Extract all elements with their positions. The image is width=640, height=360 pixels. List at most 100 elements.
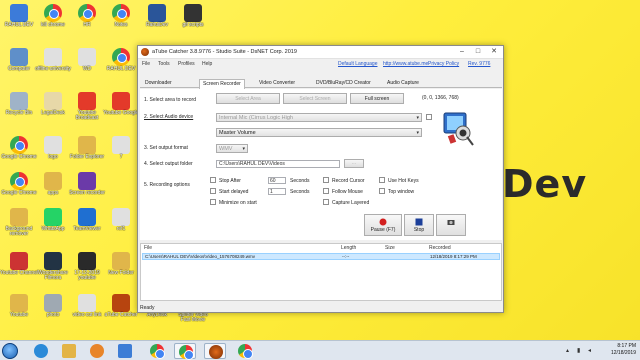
desktop-icon[interactable]: LegalDesk: [36, 90, 70, 124]
chrome-icon: [179, 345, 194, 360]
desktop-icon[interactable]: video cut link: [70, 292, 104, 326]
stop-after-checkbox[interactable]: [210, 177, 216, 183]
menu-tools[interactable]: Tools: [158, 61, 170, 67]
taskbar-chrome-2[interactable]: [234, 343, 256, 359]
desktop-icon[interactable]: Youtube Broadcast: [70, 90, 104, 124]
link-atube-site[interactable]: http://www.atube.me: [383, 61, 428, 67]
desktop-icon-label: RAHUL DEV: [106, 66, 136, 72]
stop-button[interactable]: Stop: [404, 214, 434, 236]
step-1-label: 1. Select area to record: [144, 97, 196, 103]
output-folder-field[interactable]: C:\Users\RAHUL DEV\Videos: [216, 160, 340, 168]
area-coordinates: (0, 0, 1366, 768): [422, 95, 459, 101]
desktop-icon[interactable]: Notes: [104, 2, 138, 36]
taskbar-ie[interactable]: [30, 343, 52, 359]
desktop-icon[interactable]: WhatsApp: [36, 206, 70, 240]
top-window-checkbox[interactable]: [379, 188, 385, 194]
pause-button[interactable]: Pause (F7): [364, 214, 402, 236]
desktop-icon[interactable]: gif scripts: [176, 2, 210, 36]
computer-icon: [10, 48, 28, 66]
column-header-size[interactable]: Size: [385, 245, 395, 251]
start-button[interactable]: [2, 343, 18, 359]
audio-device-checkbox[interactable]: [426, 114, 432, 120]
tab-audio-capture[interactable]: Audio Capture: [384, 79, 422, 88]
record-cursor-checkbox[interactable]: [323, 177, 329, 183]
step-2-label[interactable]: 2. Select Audio device: [144, 114, 193, 120]
desktop-icon[interactable]: WD: [70, 46, 104, 80]
desktop-icon[interactable]: apps: [36, 170, 70, 204]
tab-dvd-creator[interactable]: DVD/BluRay/CD Creator: [313, 79, 374, 88]
desktop-icon[interactable]: Wondershare Filmora: [36, 250, 70, 284]
capture-layered-checkbox[interactable]: [323, 199, 329, 205]
desktop-icon[interactable]: New Folder: [104, 250, 138, 284]
desktop-icon[interactable]: Google Chrome: [1, 170, 37, 204]
desktop-icon[interactable]: kill chrome: [36, 2, 70, 36]
minimize-on-start-checkbox[interactable]: [210, 199, 216, 205]
tab-screen-recorder[interactable]: Screen Recorder: [199, 79, 245, 89]
desktop-icon[interactable]: RahulDev: [140, 2, 174, 36]
tab-video-converter[interactable]: Video Converter: [256, 79, 298, 88]
format-select[interactable]: WMV ▾: [216, 144, 248, 153]
table-row[interactable]: C:\Users\RAHUL DEV\Videos\Video_15767082…: [142, 253, 500, 260]
desktop-icon-label: RahulDev: [146, 22, 168, 28]
menu-help[interactable]: Help: [202, 61, 212, 67]
desktop-icon[interactable]: Youtube Channel: [0, 250, 38, 284]
word-doc-icon: [148, 4, 166, 22]
taskbar-atube[interactable]: [204, 343, 226, 359]
column-header-length[interactable]: Length: [341, 245, 356, 251]
select-area-button[interactable]: Select Area: [216, 93, 280, 104]
close-button[interactable]: ✕: [487, 47, 501, 56]
tray-arrow-icon[interactable]: ▴: [566, 347, 569, 354]
taskbar-explorer[interactable]: [58, 343, 80, 359]
desktop-icon[interactable]: HR: [70, 2, 104, 36]
maximize-button[interactable]: □: [471, 47, 485, 56]
snapshot-button[interactable]: [436, 214, 466, 236]
taskbar-media[interactable]: [86, 343, 108, 359]
follow-mouse-checkbox[interactable]: [323, 188, 329, 194]
clock[interactable]: 8:17 PM 12/18/2019: [611, 343, 636, 357]
desktop-icon[interactable]: ref1: [104, 206, 138, 240]
desktop-icon[interactable]: Screen recorder: [69, 170, 105, 204]
desktop-icon[interactable]: 17-12-2019 youtube: [70, 250, 104, 284]
audio-device-select[interactable]: Internal Mic (Cirrus Logic High ▾: [216, 113, 422, 122]
full-screen-button[interactable]: Full screen: [350, 93, 404, 104]
seconds-label: Seconds: [290, 178, 310, 184]
desktop-icon[interactable]: Computer: [2, 46, 36, 80]
link-revision[interactable]: Rev. 9776: [468, 61, 490, 67]
desktop-icon[interactable]: RAHUL DEV: [2, 2, 36, 36]
start-delayed-seconds-input[interactable]: 1: [268, 188, 286, 195]
taskbar-chrome[interactable]: [146, 343, 168, 359]
title-bar[interactable]: aTube Catcher 3.8.9776 - Studio Suite - …: [138, 46, 503, 59]
taskbar-store[interactable]: [114, 343, 136, 359]
menu-file[interactable]: File: [142, 61, 150, 67]
desktop-icon[interactable]: logo: [36, 134, 70, 168]
column-header-file[interactable]: File: [144, 245, 152, 251]
desktop-icon[interactable]: RAHUL DEV: [104, 46, 138, 80]
hot-keys-checkbox[interactable]: [379, 177, 385, 183]
desktop-icon[interactable]: offline university: [35, 46, 71, 80]
record-cursor-label: Record Cursor: [332, 178, 365, 184]
link-privacy-policy[interactable]: Privacy Policy: [428, 61, 459, 67]
desktop-icon[interactable]: Google Chrome: [1, 134, 37, 168]
desktop-icon[interactable]: Background remover: [2, 206, 36, 240]
start-delayed-checkbox[interactable]: [210, 188, 216, 194]
minimize-button[interactable]: –: [455, 47, 469, 56]
menu-profiles[interactable]: Profiles: [178, 61, 195, 67]
link-default-language[interactable]: Default Language: [338, 61, 377, 67]
desktop-icon[interactable]: TeamViewer: [70, 206, 104, 240]
volume-icon[interactable]: ◂: [588, 347, 591, 354]
taskbar-chrome-active[interactable]: [174, 343, 196, 360]
desktop-icon[interactable]: Recycle Bin: [2, 90, 36, 124]
desktop-icon[interactable]: Youtube Google: [103, 90, 139, 124]
column-header-recorded[interactable]: Recorded: [429, 245, 451, 251]
audio-mix-select[interactable]: Master Volume ▾: [216, 128, 422, 137]
desktop-icon[interactable]: Youtube: [2, 292, 36, 326]
browse-button[interactable]: ...: [344, 159, 364, 168]
tab-downloader[interactable]: Downloader: [142, 79, 175, 88]
select-screen-button[interactable]: Select Screen: [283, 93, 347, 104]
desktop-icon[interactable]: aTube Catcher: [104, 292, 138, 326]
desktop-icon[interactable]: Folder Explorer: [70, 134, 104, 168]
desktop-icon[interactable]: photo: [36, 292, 70, 326]
desktop-icon[interactable]: 7: [104, 134, 138, 168]
network-icon[interactable]: ▮: [577, 347, 580, 354]
stop-after-seconds-input[interactable]: 60: [268, 177, 286, 184]
